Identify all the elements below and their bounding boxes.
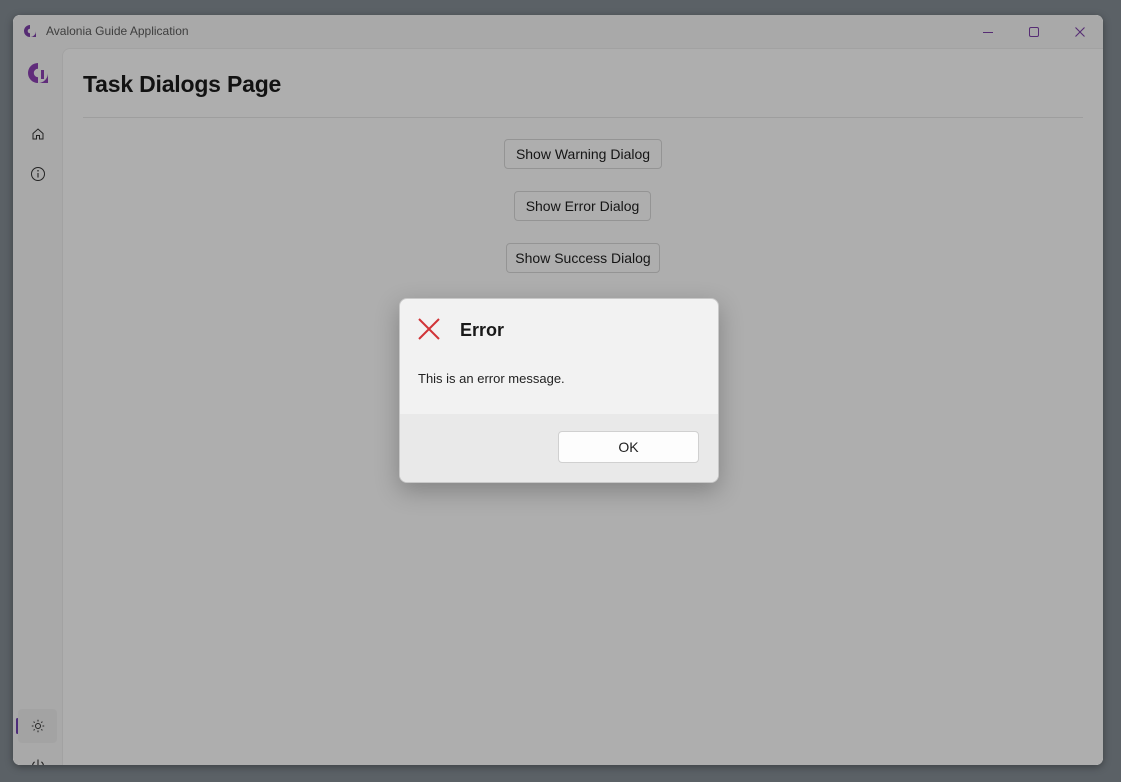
error-x-icon (418, 318, 440, 340)
dialog-title: Error (460, 320, 505, 340)
ok-button[interactable]: OK (558, 431, 699, 463)
error-dialog: Error This is an error message. OK (399, 298, 719, 483)
dialog-footer: OK (400, 414, 718, 482)
dialog-message: This is an error message. (418, 371, 565, 386)
app-window: Avalonia Guide Application Task Dialogs … (13, 15, 1103, 765)
